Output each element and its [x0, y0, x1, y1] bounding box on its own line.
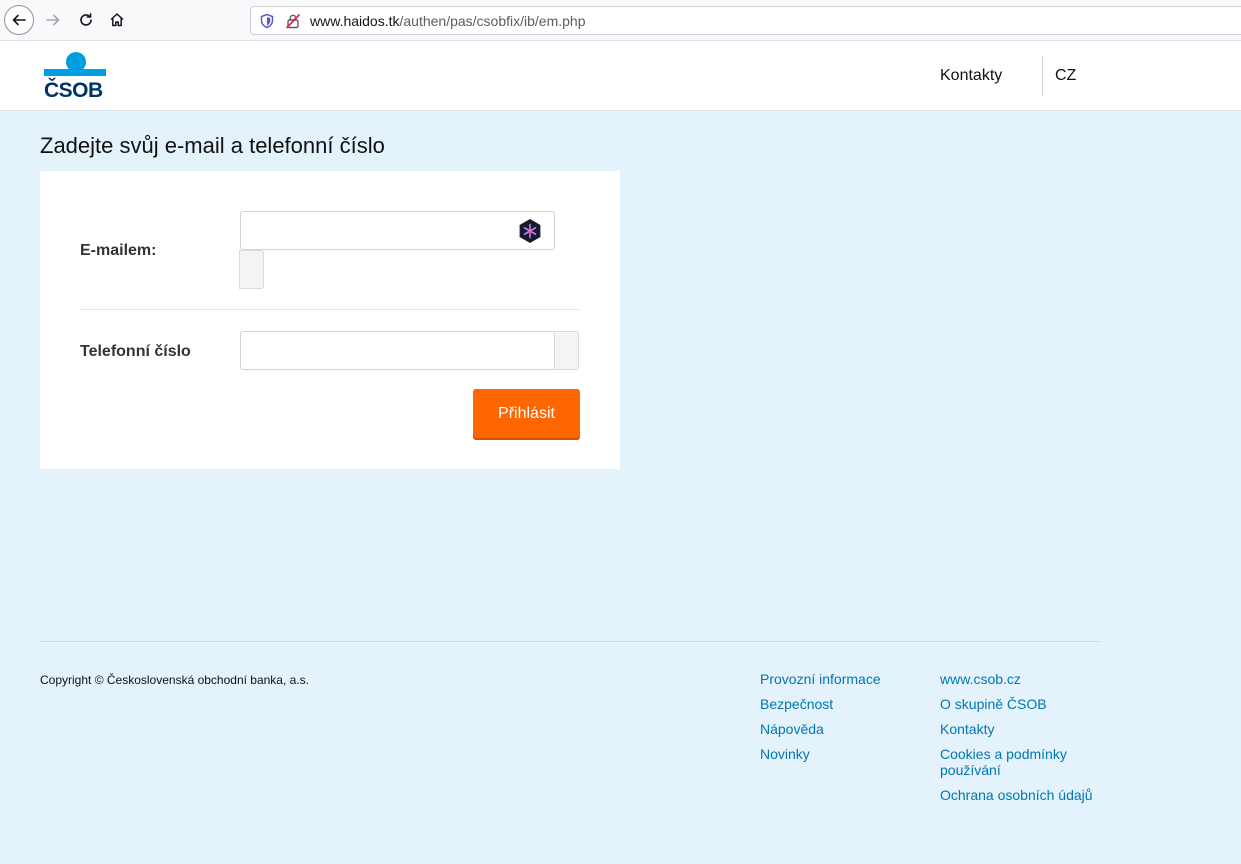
- footer-item: Cookies a podmínky používání: [940, 746, 1110, 778]
- header-divider: [1042, 56, 1043, 96]
- url-host: www.haidos.tk: [310, 13, 400, 29]
- footer-item: Kontakty: [940, 721, 1110, 737]
- copyright-text: Copyright © Československá obchodní bank…: [40, 673, 309, 687]
- footer-item: Bezpečnost: [760, 696, 930, 712]
- footer-item: Novinky: [760, 746, 930, 762]
- footer-link-contacts[interactable]: Kontakty: [940, 721, 994, 737]
- shield-icon[interactable]: [259, 13, 275, 29]
- password-manager-icon[interactable]: [517, 218, 543, 244]
- footer-link-privacy[interactable]: Ochrana osobních údajů: [940, 787, 1093, 803]
- url-path: /authen/pas/csobfix/ib/em.php: [399, 13, 586, 29]
- back-button[interactable]: [4, 5, 34, 35]
- header-contacts-link[interactable]: Kontakty: [940, 67, 1002, 85]
- footer-link-csob-web[interactable]: www.csob.cz: [940, 671, 1021, 687]
- phone-addon-box: [554, 331, 579, 370]
- home-icon: [110, 13, 124, 27]
- login-form-card: E-mailem: Telefonní číslo Přihlásit: [40, 171, 620, 469]
- footer-link-help[interactable]: Nápověda: [760, 721, 824, 737]
- login-button[interactable]: Přihlásit: [473, 389, 580, 438]
- phone-label: Telefonní číslo: [80, 343, 191, 360]
- footer-item: www.csob.cz: [940, 671, 1110, 687]
- url-text[interactable]: www.haidos.tk/authen/pas/csobfix/ib/em.p…: [310, 13, 586, 29]
- logo-text: ČSOB: [44, 79, 103, 102]
- footer-links-column-2: www.csob.cz O skupině ČSOB Kontakty Cook…: [940, 671, 1110, 812]
- footer-item: O skupině ČSOB: [940, 696, 1110, 712]
- page-title: Zadejte svůj e-mail a telefonní číslo: [40, 133, 385, 158]
- insecure-lock-icon[interactable]: [285, 13, 301, 29]
- arrow-right-icon: [46, 14, 60, 26]
- language-switcher[interactable]: CZ: [1055, 67, 1076, 85]
- footer-link-cookies[interactable]: Cookies a podmínky používání: [940, 746, 1067, 778]
- arrow-left-icon: [12, 14, 26, 26]
- reload-button[interactable]: [71, 5, 101, 35]
- form-divider: [80, 309, 580, 310]
- footer-link-group[interactable]: O skupině ČSOB: [940, 696, 1047, 712]
- home-button[interactable]: [102, 5, 132, 35]
- footer-links-column-1: Provozní informace Bezpečnost Nápověda N…: [760, 671, 930, 771]
- reload-icon: [80, 13, 92, 26]
- browser-toolbar: www.haidos.tk/authen/pas/csobfix/ib/em.p…: [0, 0, 1241, 41]
- footer-divider: [40, 641, 1100, 642]
- email-input[interactable]: [240, 211, 555, 250]
- email-addon-box: [239, 250, 264, 289]
- footer-link-security[interactable]: Bezpečnost: [760, 696, 833, 712]
- footer-item: Ochrana osobních údajů: [940, 787, 1110, 803]
- url-bar[interactable]: www.haidos.tk/authen/pas/csobfix/ib/em.p…: [250, 6, 1241, 35]
- footer-item: Nápověda: [760, 721, 930, 737]
- email-label: E-mailem:: [80, 242, 157, 259]
- phone-input[interactable]: [240, 331, 555, 370]
- footer-link-operating-info[interactable]: Provozní informace: [760, 671, 881, 687]
- forward-button[interactable]: [38, 5, 68, 35]
- site-header: ČSOB Kontakty CZ: [0, 41, 1241, 111]
- csob-logo-mark-icon: [44, 52, 106, 76]
- footer-link-news[interactable]: Novinky: [760, 746, 810, 762]
- footer-item: Provozní informace: [760, 671, 930, 687]
- csob-logo[interactable]: ČSOB: [44, 51, 108, 102]
